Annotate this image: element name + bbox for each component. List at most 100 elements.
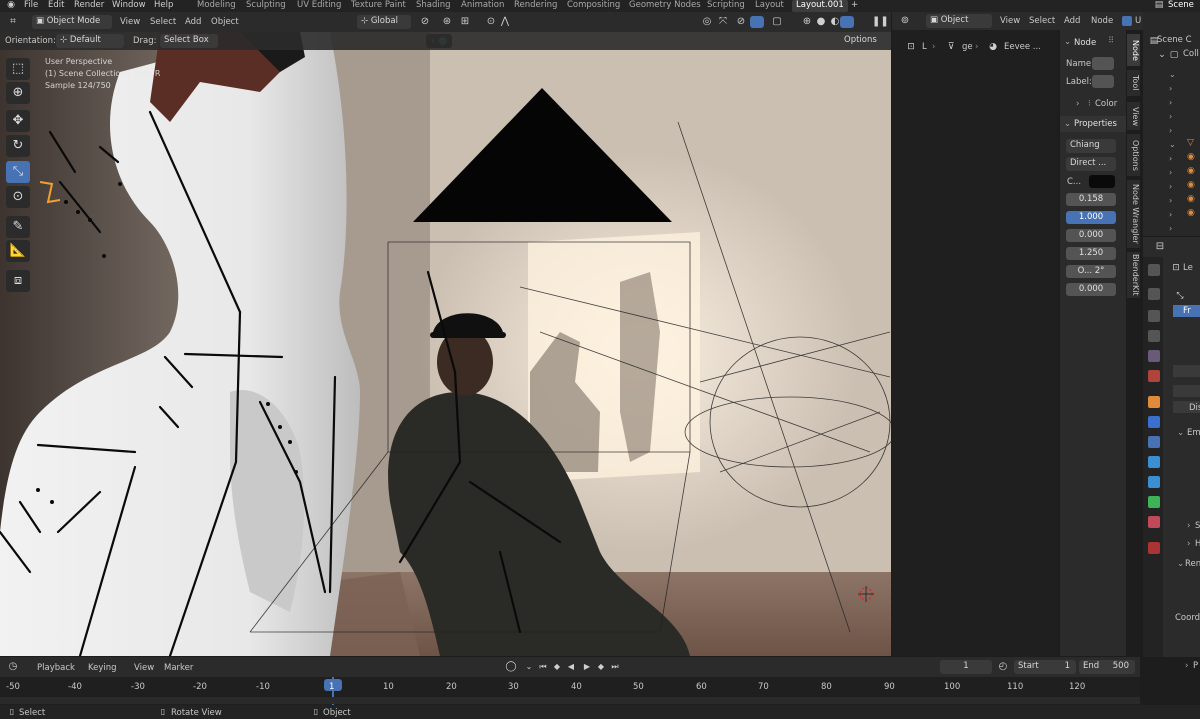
value-field-2[interactable]: 1.000 xyxy=(1066,211,1116,224)
workspace-tab-texture-paint[interactable]: Texture Paint xyxy=(351,0,406,12)
wireframe-shading-icon[interactable]: ⊕ xyxy=(800,15,814,29)
end-frame-field[interactable]: End 500 xyxy=(1079,660,1135,674)
timeline-menu-view[interactable]: View xyxy=(134,663,154,673)
solid-shading-icon[interactable]: ● xyxy=(814,15,828,29)
outliner-expand-column[interactable]: ⌄ › › › › ⌄ › › › › › › xyxy=(1169,68,1176,238)
tool-tab-icon[interactable] xyxy=(1148,264,1160,276)
node-menu-node[interactable]: Node xyxy=(1091,16,1113,26)
constraints-tab-icon[interactable] xyxy=(1148,476,1160,488)
jump-end-icon[interactable]: ⏭ xyxy=(608,660,622,674)
menu-file[interactable]: File xyxy=(24,0,38,12)
falloff-icon[interactable]: ⋀ xyxy=(498,15,512,29)
scene-tab-icon[interactable] xyxy=(1148,350,1160,362)
scale-tool[interactable]: ⤡ xyxy=(6,161,30,183)
color-section-label[interactable]: Color xyxy=(1095,99,1117,109)
node-menu-select[interactable]: Select xyxy=(1029,16,1055,26)
distribution-dropdown[interactable]: Direct ... xyxy=(1066,157,1116,171)
node-menu-add[interactable]: Add xyxy=(1064,16,1080,26)
object-tab-icon[interactable] xyxy=(1148,396,1160,408)
menu-edit[interactable]: Edit xyxy=(48,0,64,12)
properties-item-emi[interactable]: Emi xyxy=(1187,428,1200,438)
data-tab-icon[interactable] xyxy=(1148,496,1160,508)
material-tab-icon[interactable] xyxy=(1148,516,1160,528)
properties-item-s[interactable]: S xyxy=(1195,521,1200,531)
current-frame-field[interactable]: 1 xyxy=(940,660,992,674)
pin-panel-icon[interactable]: ⊡ xyxy=(1169,261,1183,275)
options-dropdown[interactable]: Options xyxy=(840,34,888,48)
value-field-4[interactable]: 1.250 xyxy=(1066,247,1116,260)
outliner-item-collection[interactable]: Coll xyxy=(1183,49,1199,59)
properties-section-header[interactable]: ⌄ Properties xyxy=(1060,116,1126,132)
visibility-icon[interactable]: ◎ xyxy=(700,15,714,29)
proportional-edit-icon[interactable]: ⊙ xyxy=(484,15,498,29)
cursor-tool[interactable]: ⊕ xyxy=(6,82,30,104)
workspace-tab-compositing[interactable]: Compositing xyxy=(567,0,620,12)
name-field[interactable] xyxy=(1092,57,1114,70)
output-tab-icon[interactable] xyxy=(1148,310,1160,322)
color-swatch[interactable] xyxy=(1089,175,1115,188)
view-layer-tab-icon[interactable] xyxy=(1148,330,1160,342)
value-field-3[interactable]: 0.000 xyxy=(1066,229,1116,242)
drag-dropdown[interactable]: Select Box xyxy=(160,34,218,48)
workspace-tab-uv-editing[interactable]: UV Editing xyxy=(297,0,341,12)
s-chevron-icon[interactable]: › xyxy=(1187,521,1190,531)
sidebar-tab-options[interactable]: Options xyxy=(1127,134,1140,176)
node-section-chevron-icon[interactable]: ⌄ xyxy=(1064,37,1071,47)
workspace-tab-geometry-nodes[interactable]: Geometry Nodes xyxy=(629,0,701,12)
modifiers-tab-icon[interactable] xyxy=(1148,416,1160,428)
transform-orientation-dropdown[interactable]: ⊹ Global xyxy=(357,15,411,29)
workspace-tab-layout[interactable]: Layout xyxy=(755,0,784,12)
physics-tab-icon[interactable] xyxy=(1148,456,1160,468)
scene-selector[interactable]: Scene xyxy=(1168,0,1194,12)
play-reverse-icon[interactable]: ◀ xyxy=(564,660,578,674)
menu-window[interactable]: Window xyxy=(112,0,146,12)
annotate-tool[interactable]: ✎ xyxy=(6,216,30,238)
workspace-tab-sculpting[interactable]: Sculpting xyxy=(246,0,286,12)
menu-render[interactable]: Render xyxy=(74,0,104,12)
start-frame-field[interactable]: Start 1 xyxy=(1014,660,1076,674)
particles-tab-icon[interactable] xyxy=(1148,436,1160,448)
auto-keying-icon[interactable]: ◯ xyxy=(504,660,518,674)
blender-logo-icon[interactable]: ◉ xyxy=(4,0,18,11)
workspace-tab-layout-001[interactable]: Layout.001 xyxy=(792,0,848,12)
value-field-5[interactable]: O... 2° xyxy=(1066,265,1116,278)
timeline-menu-keying[interactable]: Keying xyxy=(88,663,117,673)
world-tab-icon[interactable] xyxy=(1148,370,1160,382)
h-chevron-icon[interactable]: › xyxy=(1187,539,1190,549)
workspace-tab-rendering[interactable]: Rendering xyxy=(514,0,557,12)
viewport-menu-select[interactable]: Select xyxy=(150,17,176,27)
drag-handle-icon[interactable]: ⠿ xyxy=(1108,36,1114,46)
pin-icon[interactable]: ⊡ xyxy=(904,40,918,54)
texture-tab-icon[interactable] xyxy=(1148,542,1160,554)
node-editor-type-icon[interactable]: ⊚ xyxy=(898,14,912,28)
rendered-shading-button[interactable] xyxy=(840,16,854,28)
properties-item-le[interactable]: Le xyxy=(1183,263,1193,273)
snap-icon[interactable]: ⊛ xyxy=(440,15,454,29)
transform-tool[interactable]: ⊙ xyxy=(6,186,30,208)
properties-editor-type-icon[interactable]: ⊟ xyxy=(1153,240,1167,254)
add-workspace-button[interactable]: + xyxy=(851,0,858,12)
gizmo-icon[interactable]: ⤧ xyxy=(716,15,730,29)
sidebar-tab-node[interactable]: Node xyxy=(1127,34,1140,66)
sidebar-tab-view[interactable]: View xyxy=(1127,102,1140,130)
value-field-1[interactable]: 0.158 xyxy=(1066,193,1116,206)
properties-item-p[interactable]: P xyxy=(1193,661,1198,671)
rotate-tool[interactable]: ↻ xyxy=(6,135,30,157)
properties-item-dis[interactable]: Dis xyxy=(1189,403,1200,413)
measure-tool[interactable]: 📐 xyxy=(6,240,30,262)
move-tool[interactable]: ✥ xyxy=(6,110,30,132)
viewport-menu-add[interactable]: Add xyxy=(185,17,201,27)
breadcrumb-item-1[interactable]: L xyxy=(922,42,927,52)
jump-start-icon[interactable]: ⏮ xyxy=(536,660,550,674)
overlay-toggle-button[interactable] xyxy=(750,16,764,28)
timeline-scrollbar[interactable] xyxy=(0,697,1140,704)
orientation-dropdown[interactable]: ⊹ Default xyxy=(56,34,124,48)
node-section-title[interactable]: Node xyxy=(1074,38,1096,48)
breadcrumb-item-2[interactable]: ge xyxy=(962,42,973,52)
timeline-editor-type-icon[interactable]: ◷ xyxy=(6,660,20,674)
render-tab-icon[interactable] xyxy=(1148,288,1160,300)
subsurface-method-dropdown[interactable]: Chiang xyxy=(1066,139,1116,153)
next-keyframe-icon[interactable]: ◆ xyxy=(594,660,608,674)
add-cube-tool[interactable]: ⧈ xyxy=(6,270,30,292)
overlays-icon[interactable]: ⊘ xyxy=(734,15,748,29)
